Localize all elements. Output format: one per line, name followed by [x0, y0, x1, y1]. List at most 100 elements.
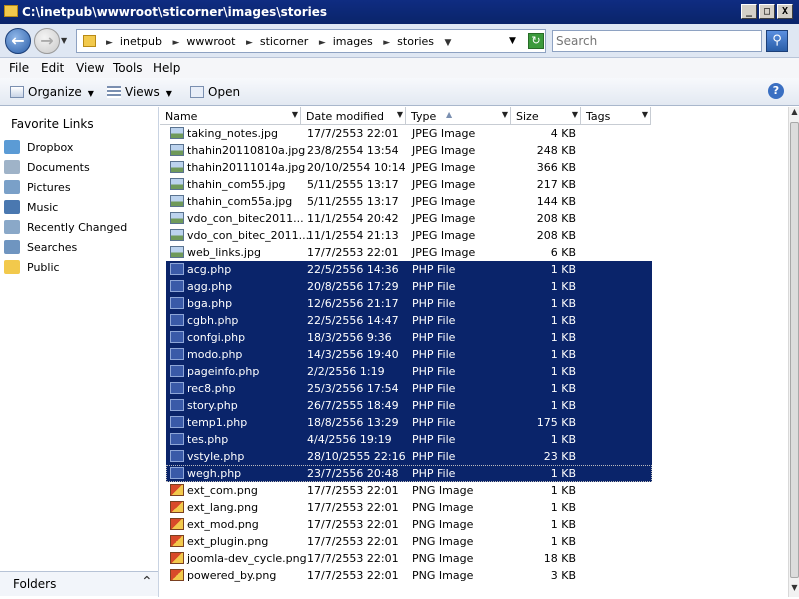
- chevron-down-icon[interactable]: ▼: [502, 110, 508, 119]
- vertical-scrollbar[interactable]: ▲ ▼: [788, 107, 799, 597]
- breadcrumb-chevron-icon[interactable]: ►: [246, 38, 253, 48]
- search-input[interactable]: [552, 30, 762, 52]
- file-size: 4 KB: [550, 127, 576, 140]
- public-folder-icon: [4, 260, 20, 274]
- file-row[interactable]: pageinfo.php 2/2/2556 1:19 PHP File 1 KB: [166, 363, 652, 380]
- file-size: 1 KB: [550, 331, 576, 344]
- menu-view[interactable]: View: [76, 61, 104, 75]
- file-row[interactable]: web_links.jpg 17/7/2553 22:01 JPEG Image 6 …: [166, 244, 652, 261]
- file-size: 6 KB: [550, 246, 576, 259]
- file-name: joomla-dev_cycle.png: [187, 552, 307, 565]
- file-row[interactable]: ext_mod.png 17/7/2553 22:01 PNG Image 1 KB: [166, 516, 652, 533]
- scrollbar-thumb[interactable]: [790, 122, 799, 578]
- breadcrumb-chevron-icon[interactable]: ►: [106, 38, 113, 48]
- column-header-type[interactable]: Type ▲ ▼: [406, 107, 511, 125]
- file-row[interactable]: confgi.php 18/3/2556 9:36 PHP File 1 KB: [166, 329, 652, 346]
- file-row[interactable]: acg.php 22/5/2556 14:36 PHP File 1 KB: [166, 261, 652, 278]
- breadcrumb-stories[interactable]: stories: [397, 35, 434, 48]
- file-row[interactable]: joomla-dev_cycle.png 17/7/2553 22:01 PNG I…: [166, 550, 652, 567]
- file-date-modified: 17/7/2553 22:01: [307, 501, 399, 514]
- scroll-up-icon[interactable]: ▲: [789, 107, 799, 121]
- nav-link-dropbox[interactable]: Dropbox: [4, 140, 73, 158]
- file-row[interactable]: modo.php 14/3/2556 19:40 PHP File 1 KB: [166, 346, 652, 363]
- file-row[interactable]: wegh.php 23/7/2556 20:48 PHP File 1 KB: [166, 465, 652, 482]
- column-header-date-modified[interactable]: Date modified ▼: [301, 107, 406, 125]
- views-button[interactable]: Views ▼: [107, 85, 172, 99]
- file-type: PHP File: [412, 433, 456, 446]
- breadcrumb-inetpub[interactable]: inetpub: [120, 35, 162, 48]
- file-type: PHP File: [412, 382, 456, 395]
- file-row[interactable]: bga.php 12/6/2556 21:17 PHP File 1 KB: [166, 295, 652, 312]
- jpeg-file-icon: [170, 246, 184, 258]
- jpeg-file-icon: [170, 144, 184, 156]
- file-date-modified: 11/1/2554 20:42: [307, 212, 399, 225]
- file-name: pageinfo.php: [187, 365, 260, 378]
- title-bar[interactable]: C:\inetpub\wwwroot\sticorner\images\stor…: [0, 0, 799, 24]
- file-row[interactable]: thahin20111014a.jpg 20/10/2554 10:14 JPEG …: [166, 159, 652, 176]
- minimize-button[interactable]: _: [741, 4, 757, 19]
- open-button[interactable]: Open: [190, 85, 240, 99]
- file-row[interactable]: cgbh.php 22/5/2556 14:47 PHP File 1 KB: [166, 312, 652, 329]
- menu-file[interactable]: File: [9, 61, 29, 75]
- maximize-button[interactable]: □: [759, 4, 775, 19]
- breadcrumb-chevron-icon[interactable]: ►: [172, 38, 179, 48]
- nav-link-searches[interactable]: Searches: [4, 240, 77, 258]
- help-icon[interactable]: ?: [768, 83, 784, 99]
- file-row[interactable]: rec8.php 25/3/2556 17:54 PHP File 1 KB: [166, 380, 652, 397]
- breadcrumb-chevron-icon[interactable]: ►: [319, 38, 326, 48]
- file-row[interactable]: vstyle.php 28/10/2555 22:16 PHP File 23 KB: [166, 448, 652, 465]
- file-row[interactable]: story.php 26/7/2555 18:49 PHP File 1 KB: [166, 397, 652, 414]
- file-row[interactable]: temp1.php 18/8/2556 13:29 PHP File 175 KB: [166, 414, 652, 431]
- file-row[interactable]: tes.php 4/4/2556 19:19 PHP File 1 KB: [166, 431, 652, 448]
- file-row[interactable]: ext_lang.png 17/7/2553 22:01 PNG Image 1 KB: [166, 499, 652, 516]
- file-row[interactable]: powered_by.png 17/7/2553 22:01 PNG Image 3 …: [166, 567, 652, 584]
- file-row[interactable]: thahin_com55a.jpg 5/11/2555 13:17 JPEG Ima…: [166, 193, 652, 210]
- breadcrumb-sticorner[interactable]: sticorner: [260, 35, 308, 48]
- nav-link-music[interactable]: Music: [4, 200, 58, 218]
- address-bar[interactable]: ► inetpub ► wwwroot ► sticorner ► images ► st…: [76, 29, 546, 53]
- back-button[interactable]: ←: [5, 28, 31, 54]
- address-dropdown-icon[interactable]: ▼: [509, 36, 516, 46]
- file-row[interactable]: thahin20110810a.jpg 23/8/2554 13:54 JPEG I…: [166, 142, 652, 159]
- chevron-down-icon[interactable]: ▼: [642, 110, 648, 119]
- recent-pages-dropdown-icon[interactable]: ▼: [61, 36, 67, 45]
- file-row[interactable]: vdo_con_bitec2011... 11/1/2554 20:42 JPEG …: [166, 210, 652, 227]
- column-header-tags[interactable]: Tags ▼: [581, 107, 651, 125]
- breadcrumb-images[interactable]: images: [333, 35, 373, 48]
- refresh-icon[interactable]: ↻: [528, 33, 544, 49]
- chevron-down-icon[interactable]: ▼: [572, 110, 578, 119]
- menu-help[interactable]: Help: [153, 61, 180, 75]
- php-file-icon: [170, 280, 184, 292]
- file-size: 1 KB: [550, 382, 576, 395]
- file-row[interactable]: thahin_com55.jpg 5/11/2555 13:17 JPEG Imag…: [166, 176, 652, 193]
- file-row[interactable]: ext_plugin.png 17/7/2553 22:01 PNG Image 1 …: [166, 533, 652, 550]
- breadcrumb-wwwroot[interactable]: wwwroot: [186, 35, 235, 48]
- file-size: 1 KB: [550, 501, 576, 514]
- chevron-down-icon[interactable]: ▼: [292, 110, 298, 119]
- close-button[interactable]: X: [777, 4, 793, 19]
- breadcrumb-chevron-icon[interactable]: ►: [383, 38, 390, 48]
- file-row[interactable]: taking_notes.jpg 17/7/2553 22:01 JPEG Imag…: [166, 125, 652, 142]
- file-date-modified: 23/8/2554 13:54: [307, 144, 399, 157]
- file-row[interactable]: vdo_con_bitec_2011... 11/1/2554 21:13 JPEG…: [166, 227, 652, 244]
- nav-link-documents[interactable]: Documents: [4, 160, 90, 178]
- file-name: temp1.php: [187, 416, 248, 429]
- folders-toggle[interactable]: Folders ⌃: [0, 571, 158, 596]
- nav-link-public[interactable]: Public: [4, 260, 60, 278]
- chevron-down-icon[interactable]: ▼: [397, 110, 403, 119]
- search-icon[interactable]: ⚲: [766, 30, 788, 52]
- nav-link-pictures[interactable]: Pictures: [4, 180, 71, 198]
- menu-edit[interactable]: Edit: [41, 61, 64, 75]
- file-row[interactable]: ext_com.png 17/7/2553 22:01 PNG Image 1 KB: [166, 482, 652, 499]
- column-header-name[interactable]: Name ▼: [160, 107, 301, 125]
- file-date-modified: 22/5/2556 14:47: [307, 314, 399, 327]
- breadcrumb-chevron-icon[interactable]: ▼: [445, 38, 452, 48]
- file-type: PHP File: [412, 280, 456, 293]
- organize-button[interactable]: Organize ▼: [10, 85, 94, 99]
- column-header-size[interactable]: Size ▼: [511, 107, 581, 125]
- scroll-down-icon[interactable]: ▼: [789, 583, 799, 597]
- nav-link-recently-changed[interactable]: Recently Changed: [4, 220, 127, 238]
- menu-tools[interactable]: Tools: [113, 61, 143, 75]
- forward-button[interactable]: →: [34, 28, 60, 54]
- file-row[interactable]: agg.php 20/8/2556 17:29 PHP File 1 KB: [166, 278, 652, 295]
